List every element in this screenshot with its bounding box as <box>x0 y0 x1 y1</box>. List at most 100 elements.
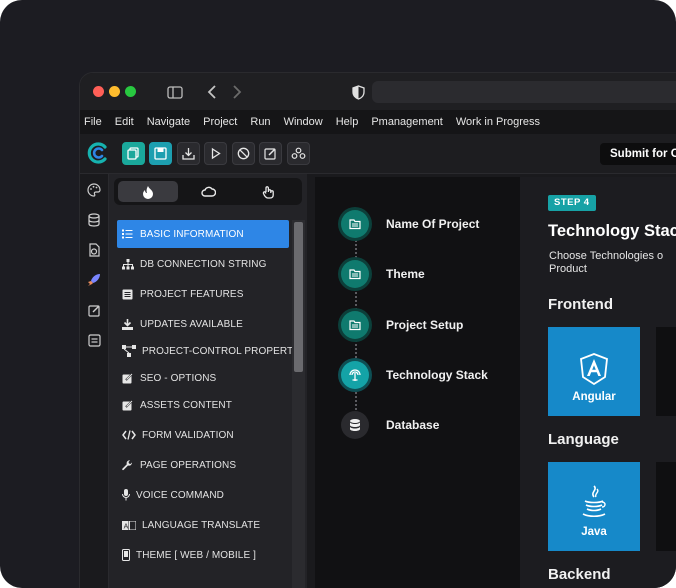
maximize-window-button[interactable] <box>125 86 136 97</box>
tab-cloud[interactable] <box>178 181 238 202</box>
notes-edit-icon[interactable] <box>86 302 102 318</box>
sidebar-item-label: PAGE OPERATIONS <box>140 459 237 471</box>
minimize-window-button[interactable] <box>109 86 120 97</box>
main-content: STEP 4 Technology Stac Choose Technologi… <box>520 177 676 588</box>
submit-button[interactable]: Submit for C <box>600 143 676 165</box>
edit-icon <box>264 148 276 160</box>
tech-card-next[interactable] <box>656 462 676 551</box>
list-icon <box>121 228 134 241</box>
step-database[interactable]: Database <box>341 410 439 440</box>
menu-project[interactable]: Project <box>203 116 237 128</box>
tab-fire[interactable] <box>118 181 178 202</box>
block-icon <box>237 147 250 160</box>
sidebar-item-seo-options[interactable]: SEO - OPTIONS <box>117 364 289 392</box>
database-icon[interactable] <box>86 212 102 228</box>
rocket-icon[interactable] <box>86 272 102 288</box>
sidebar-item-updates-available[interactable]: UPDATES AVAILABLE <box>117 310 289 338</box>
step-theme[interactable]: Theme <box>341 259 425 289</box>
stop-button[interactable] <box>232 142 255 165</box>
folder-icon <box>341 311 369 339</box>
step-project-setup[interactable]: Project Setup <box>341 310 463 340</box>
sidebar-item-language-translate[interactable]: A LANGUAGE TRANSLATE <box>117 511 289 539</box>
title-bar <box>80 73 676 110</box>
menu-help[interactable]: Help <box>336 116 359 128</box>
download-icon <box>182 148 195 160</box>
sidebar-toggle-icon[interactable] <box>165 82 185 102</box>
icon-rail <box>80 174 109 588</box>
team-button[interactable] <box>287 142 310 165</box>
play-icon <box>211 147 221 160</box>
step-label: Technology Stack <box>386 368 488 382</box>
menu-pmanagement[interactable]: Pmanagement <box>371 116 443 128</box>
sidebar-item-basic-information[interactable]: BASIC INFORMATION <box>117 220 289 248</box>
sitemap-icon <box>121 258 134 271</box>
save-icon <box>154 147 167 160</box>
forward-arrow-icon[interactable] <box>227 82 247 102</box>
palette-icon[interactable] <box>86 182 102 198</box>
step-badge: STEP 4 <box>548 195 596 211</box>
wrench-icon <box>121 459 134 472</box>
svg-text:A: A <box>123 523 128 530</box>
control-nodes-icon <box>121 345 136 358</box>
step-label: Name Of Project <box>386 217 480 231</box>
section-title-backend: Backend <box>548 566 611 583</box>
address-bar[interactable] <box>372 81 676 103</box>
code-icon <box>121 429 136 442</box>
sidebar-item-project-features[interactable]: PROJECT FEATURES <box>117 280 289 308</box>
sidebar-item-voice-command[interactable]: VOICE COMMAND <box>117 481 289 509</box>
sidebar-item-label: VOICE COMMAND <box>136 489 224 501</box>
sidebar-item-label: DB CONNECTION STRING <box>140 258 267 270</box>
menu-bar: File Edit Navigate Project Run Window He… <box>80 110 676 134</box>
back-arrow-icon[interactable] <box>202 82 222 102</box>
close-window-button[interactable] <box>93 86 104 97</box>
sidebar-item-assets-content[interactable]: ASSETS CONTENT <box>117 391 289 419</box>
menu-edit[interactable]: Edit <box>115 116 134 128</box>
cloud-icon <box>200 186 216 197</box>
step-technology-stack[interactable]: Technology Stack <box>341 360 488 390</box>
page-subtitle: Choose Technologies o Product <box>549 250 664 275</box>
step-label: Project Setup <box>386 318 464 332</box>
sidebar-item-label: BASIC INFORMATION <box>140 228 244 240</box>
menu-file[interactable]: File <box>84 116 102 128</box>
tab-touch[interactable] <box>238 181 298 202</box>
step-name-of-project[interactable]: Name Of Project <box>341 209 479 239</box>
menu-window[interactable]: Window <box>284 116 323 128</box>
menu-work-in-progress[interactable]: Work in Progress <box>456 116 540 128</box>
sync-document-icon[interactable] <box>86 242 102 258</box>
wizard-steps: Name Of Project Theme Project Setup Tech… <box>315 177 520 588</box>
outer-card: File Edit Navigate Project Run Window He… <box>0 0 676 588</box>
java-icon <box>582 485 606 518</box>
fire-icon <box>143 185 153 199</box>
edit-icon <box>121 399 134 412</box>
tech-card-java[interactable]: Java <box>548 462 640 551</box>
shield-icon <box>348 82 368 102</box>
sidebar-item-page-operations[interactable]: PAGE OPERATIONS <box>117 451 289 479</box>
edit-button[interactable] <box>259 142 282 165</box>
tech-card-next[interactable] <box>656 327 676 416</box>
theme-icon <box>121 549 130 562</box>
sidebar-item-form-validation[interactable]: FORM VALIDATION <box>117 421 289 449</box>
sidebar-item-label: FORM VALIDATION <box>142 429 234 441</box>
edit-icon <box>121 372 134 385</box>
angular-icon <box>580 353 608 385</box>
sidebar-segmented-control <box>114 178 302 205</box>
touch-icon <box>262 185 274 199</box>
sidebar-item-project-control-property[interactable]: PROJECT-CONTROL PROPERTY <box>117 337 300 365</box>
download-button[interactable] <box>177 142 200 165</box>
section-title-frontend: Frontend <box>548 296 613 313</box>
menu-run[interactable]: Run <box>250 116 270 128</box>
run-button[interactable] <box>204 142 227 165</box>
sidebar-item-db-connection-string[interactable]: DB CONNECTION STRING <box>117 250 289 278</box>
microphone-icon <box>121 489 130 502</box>
page-title: Technology Stac <box>548 222 676 240</box>
toolbar: Submit for C <box>80 134 676 174</box>
save-button[interactable] <box>149 142 172 165</box>
settings-sidebar: BASIC INFORMATION DB CONNECTION STRING P… <box>109 174 307 588</box>
step-label: Database <box>386 418 440 432</box>
menu-navigate[interactable]: Navigate <box>147 116 190 128</box>
form-icon[interactable] <box>86 332 102 348</box>
sidebar-scrollbar-thumb[interactable] <box>294 222 303 372</box>
copy-project-button[interactable] <box>122 142 145 165</box>
sidebar-item-theme-web-mobile[interactable]: THEME [ WEB / MOBILE ] <box>117 541 289 569</box>
tech-card-angular[interactable]: Angular <box>548 327 640 416</box>
